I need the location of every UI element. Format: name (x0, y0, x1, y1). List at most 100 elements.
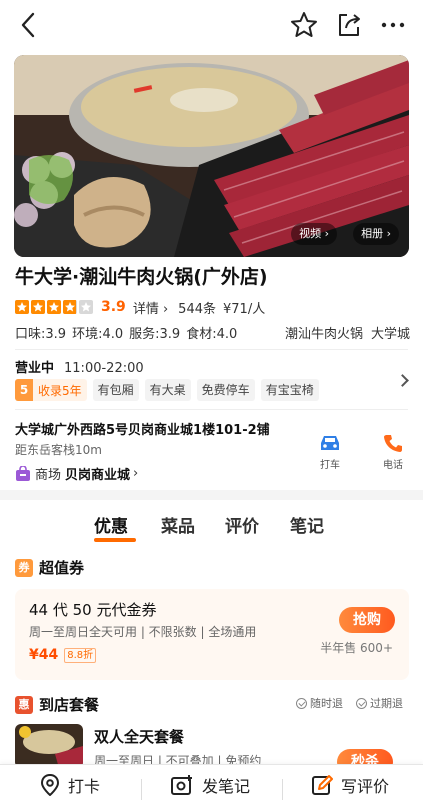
taxi-label: 打车 (320, 460, 340, 471)
review-count: 544条 (178, 301, 216, 317)
back-icon[interactable] (14, 10, 44, 40)
tag-private-room: 有包厢 (92, 379, 139, 401)
rating-score: 3.9 (101, 299, 126, 315)
listed-years-number: 5 (15, 379, 33, 401)
phone-button[interactable]: 电话 (373, 433, 413, 471)
active-tab-underline (94, 538, 136, 542)
voucher-sold-count: 半年售 600+ (320, 641, 393, 655)
edit-icon (312, 775, 333, 795)
video-button[interactable]: 视频 › (291, 223, 337, 245)
mall-link[interactable]: 商场 贝岗商业城 › (15, 464, 138, 483)
checkin-button[interactable]: 打卡 (40, 773, 100, 797)
distance-text: 距东岳客栈10m (15, 443, 102, 457)
shop-address[interactable]: 大学城广外西路5号贝岗商业城1楼101-2铺 (15, 419, 270, 438)
write-note-label: 发笔记 (202, 777, 251, 796)
voucher-section-header: 券 超值券 (15, 557, 84, 578)
star-outline-icon[interactable] (289, 10, 319, 40)
mall-prefix: 商场 (35, 468, 62, 483)
package-photo[interactable] (15, 724, 83, 768)
refund-anytime: 随时退 (296, 695, 343, 711)
mall-name: 贝岗商业城 (65, 468, 131, 483)
shop-name: 牛大学·潮汕牛肉火锅(广外店) (15, 266, 268, 288)
content-tabs: 优惠 菜品 评价 笔记 (0, 512, 423, 548)
share-icon[interactable] (334, 10, 364, 40)
service-score: 服务:3.9 (129, 327, 181, 342)
voucher-badge-icon: 券 (15, 558, 33, 577)
facility-tags[interactable]: 5 收录5年 有包厢 有大桌 免费停车 有宝宝椅 (15, 379, 325, 401)
details-label: 详情 (132, 301, 159, 317)
phone-icon (384, 435, 402, 452)
subscores-row: 口味:3.9 环境:4.0 服务:3.9 食材:4.0 潮汕牛肉火锅 大学城 (15, 323, 410, 342)
voucher-title: 44 代 50 元代金券 (29, 601, 157, 619)
buy-voucher-button[interactable]: 抢购 (339, 607, 395, 633)
env-score: 环境:4.0 (72, 327, 124, 342)
refund-expired-label: 过期退 (370, 697, 403, 710)
write-review-button[interactable]: 写评价 (311, 773, 389, 797)
avg-price: ¥71/人 (223, 301, 266, 317)
category-label: 潮汕牛肉火锅 (284, 327, 363, 342)
location-pin-icon (40, 774, 60, 796)
voucher-price-row: ¥44 8.8折 (29, 647, 97, 663)
voucher-discount: 8.8折 (64, 647, 97, 663)
write-review-label: 写评价 (341, 777, 390, 796)
rating-star (15, 300, 29, 314)
chevron-right-icon[interactable] (396, 374, 409, 387)
package-section-header: 惠 到店套餐 (15, 694, 99, 715)
business-status: 营业中 (15, 361, 55, 376)
check-circle-icon (356, 697, 367, 709)
taste-score: 口味:3.9 (15, 327, 67, 342)
divider (282, 779, 283, 800)
package-section-title: 到店套餐 (39, 696, 100, 714)
rating-stars (15, 300, 95, 314)
section-gap (0, 490, 423, 500)
voucher-price: ¥44 (29, 647, 59, 663)
subscore-group: 口味:3.9 环境:4.0 服务:3.9 食材:4.0 (15, 323, 237, 342)
listed-years-text: 收录5年 (38, 383, 82, 398)
business-time: 11:00-22:00 (64, 361, 144, 376)
tab-dishes[interactable]: 菜品 (161, 512, 195, 537)
top-bar (0, 0, 423, 52)
package-badge-icon: 惠 (15, 695, 33, 714)
tab-reviews[interactable]: 评价 (225, 512, 259, 537)
refund-expired: 过期退 (356, 695, 403, 711)
checkin-label: 打卡 (68, 777, 101, 796)
phone-label: 电话 (383, 460, 403, 471)
mall-icon (16, 465, 30, 481)
more-icon[interactable] (378, 10, 408, 40)
refund-anytime-label: 随时退 (310, 697, 343, 710)
rating-star (47, 300, 61, 314)
ingredients-score: 食材:4.0 (186, 327, 238, 342)
voucher-conditions: 周一至周日全天可用 | 不限张数 | 全场通用 (29, 625, 257, 639)
divider (15, 349, 408, 350)
rating-row[interactable]: 3.9 详情 › 544条 ¥71/人 (15, 297, 265, 317)
voucher-section-title: 超值券 (39, 559, 85, 577)
divider (141, 779, 142, 800)
business-hours[interactable]: 营业中 11:00-22:00 (15, 357, 144, 376)
rating-star (31, 300, 45, 314)
voucher-card[interactable]: 44 代 50 元代金券 周一至周日全天可用 | 不限张数 | 全场通用 ¥44… (15, 589, 409, 680)
check-circle-icon (296, 697, 307, 709)
car-icon (321, 436, 339, 450)
rating-star (79, 300, 93, 314)
details-link[interactable]: 详情 › (133, 298, 168, 317)
tag-baby-chair: 有宝宝椅 (260, 379, 319, 401)
listed-years-badge: 5 收录5年 (15, 379, 87, 401)
area-label: 大学城 (370, 327, 410, 342)
video-label: 视频 (299, 227, 322, 240)
tab-notes[interactable]: 笔记 (290, 512, 324, 537)
camera-plus-icon (171, 775, 192, 795)
write-note-button[interactable]: 发笔记 (170, 773, 250, 797)
shop-detail-page: 视频 › 相册 › 牛大学·潮汕牛肉火锅(广外店) 3.9 详情 › 544条 … (0, 0, 423, 800)
album-button[interactable]: 相册 › (353, 223, 399, 245)
album-label: 相册 (361, 227, 384, 240)
package-name: 双人全天套餐 (94, 728, 185, 746)
divider (15, 409, 408, 410)
tag-large-table: 有大桌 (144, 379, 191, 401)
rating-star (63, 300, 77, 314)
category-group: 潮汕牛肉火锅 大学城 (285, 323, 410, 342)
tag-free-parking: 免费停车 (196, 379, 255, 401)
hero-photo[interactable]: 视频 › 相册 › (14, 55, 409, 257)
bottom-action-bar: 打卡 发笔记 写评价 (0, 764, 423, 800)
tab-deals[interactable]: 优惠 (94, 512, 128, 537)
taxi-button[interactable]: 打车 (310, 433, 350, 471)
